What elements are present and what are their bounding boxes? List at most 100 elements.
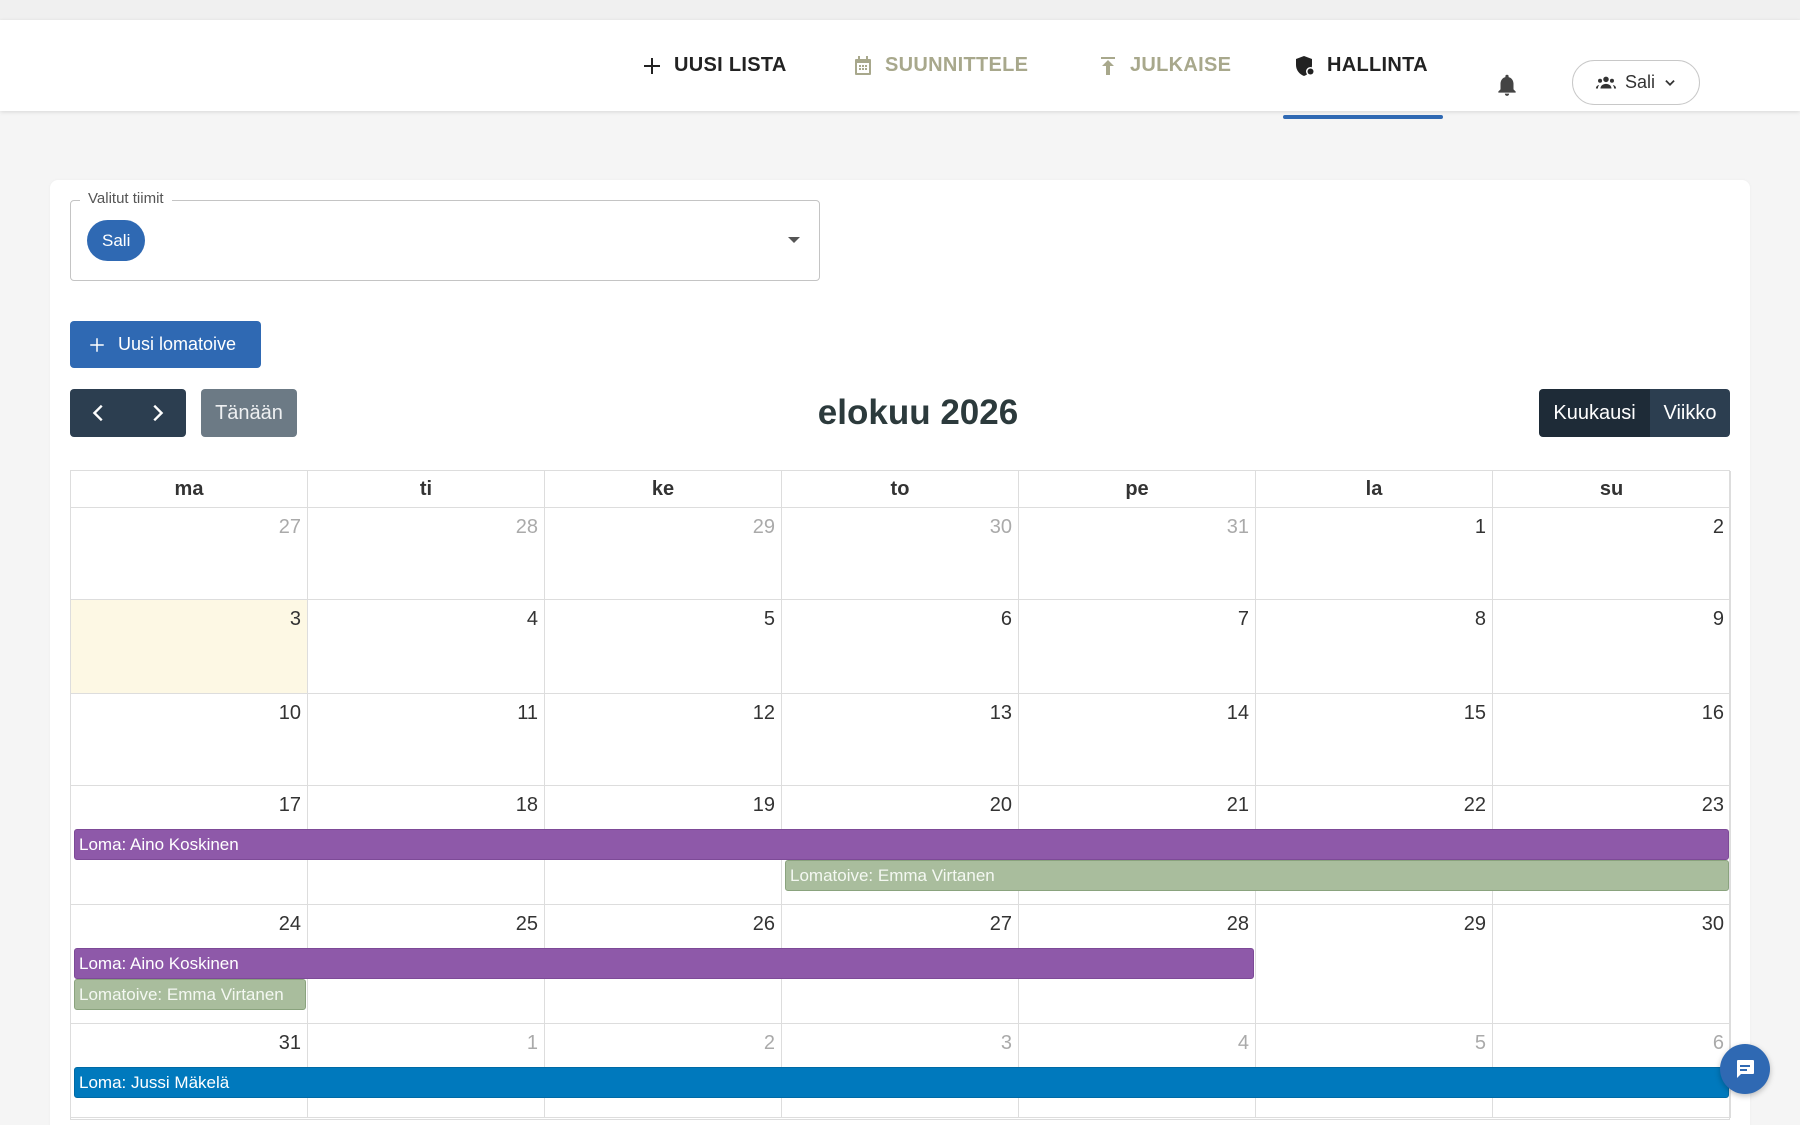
day-number[interactable]: 1 bbox=[1475, 516, 1486, 539]
day-number[interactable]: 19 bbox=[753, 794, 775, 817]
day-cell[interactable]: 31 bbox=[1019, 508, 1256, 600]
day-number[interactable]: 31 bbox=[279, 1032, 301, 1055]
nav-publish[interactable]: JULKAISE bbox=[1096, 20, 1231, 111]
day-cell[interactable]: 1 bbox=[1256, 508, 1493, 600]
new-leave-request-button[interactable]: Uusi lomatoive bbox=[70, 321, 261, 368]
week-view-button[interactable]: Viikko bbox=[1650, 389, 1730, 437]
day-number[interactable]: 30 bbox=[990, 516, 1012, 539]
today-button[interactable]: Tänään bbox=[201, 389, 297, 437]
day-cell[interactable]: 29 bbox=[1256, 905, 1493, 1024]
chevron-right-icon bbox=[153, 404, 164, 422]
team-chip[interactable]: Sali bbox=[87, 220, 146, 261]
day-number[interactable]: 12 bbox=[753, 702, 775, 725]
top-navbar: UUSI LISTA SUUNNITTELE JULKAISE HALLINTA… bbox=[0, 20, 1800, 119]
day-cell[interactable]: 5 bbox=[545, 600, 782, 694]
day-cell[interactable]: 28 bbox=[308, 508, 545, 600]
day-number[interactable]: 6 bbox=[1713, 1032, 1724, 1055]
day-number[interactable]: 28 bbox=[516, 516, 538, 539]
day-number[interactable]: 6 bbox=[1001, 608, 1012, 631]
day-number[interactable]: 7 bbox=[1238, 608, 1249, 631]
day-number[interactable]: 26 bbox=[753, 913, 775, 936]
next-month-button[interactable] bbox=[128, 389, 186, 437]
prev-month-button[interactable] bbox=[70, 389, 128, 437]
day-number[interactable]: 27 bbox=[279, 516, 301, 539]
chat-button[interactable] bbox=[1720, 1044, 1770, 1094]
day-number[interactable]: 5 bbox=[1475, 1032, 1486, 1055]
day-number[interactable]: 14 bbox=[1227, 702, 1249, 725]
nav-plan[interactable]: SUUNNITTELE bbox=[851, 20, 1028, 111]
day-number[interactable]: 1 bbox=[527, 1032, 538, 1055]
day-cell[interactable]: 10 bbox=[71, 694, 308, 786]
leave-event[interactable]: Loma: Jussi Mäkelä bbox=[74, 1067, 1729, 1098]
nav-admin-label: HALLINTA bbox=[1327, 54, 1428, 76]
day-number[interactable]: 4 bbox=[1238, 1032, 1249, 1055]
day-number[interactable]: 23 bbox=[1702, 794, 1724, 817]
view-switcher: Kuukausi Viikko bbox=[1539, 389, 1730, 437]
user-menu-button[interactable]: Sali bbox=[1572, 60, 1700, 105]
day-number[interactable]: 15 bbox=[1464, 702, 1486, 725]
day-cell[interactable]: 16 bbox=[1493, 694, 1731, 786]
team-select[interactable] bbox=[70, 200, 820, 281]
day-cell[interactable]: 30 bbox=[782, 508, 1019, 600]
day-number[interactable]: 3 bbox=[1001, 1032, 1012, 1055]
day-number[interactable]: 21 bbox=[1227, 794, 1249, 817]
day-cell[interactable]: 4 bbox=[308, 600, 545, 694]
chat-icon bbox=[1737, 1060, 1754, 1078]
weekday-header: su bbox=[1493, 471, 1731, 508]
leave-request-event[interactable]: Lomatoive: Emma Virtanen bbox=[74, 979, 306, 1010]
day-number[interactable]: 20 bbox=[990, 794, 1012, 817]
day-number[interactable]: 16 bbox=[1702, 702, 1724, 725]
nav-new-list[interactable]: UUSI LISTA bbox=[640, 20, 787, 111]
day-cell[interactable]: 15 bbox=[1256, 694, 1493, 786]
day-number[interactable]: 28 bbox=[1227, 913, 1249, 936]
bell-icon[interactable] bbox=[1494, 72, 1520, 98]
day-cell[interactable]: 29 bbox=[545, 508, 782, 600]
day-number[interactable]: 31 bbox=[1227, 516, 1249, 539]
day-cell[interactable]: 27 bbox=[71, 508, 308, 600]
weekday-header: to bbox=[782, 471, 1019, 508]
day-cell[interactable]: 11 bbox=[308, 694, 545, 786]
day-number[interactable]: 30 bbox=[1702, 913, 1724, 936]
plus-icon bbox=[90, 337, 104, 352]
calendar-title: elokuu 2026 bbox=[817, 393, 1019, 432]
day-number[interactable]: 10 bbox=[279, 702, 301, 725]
day-cell[interactable]: 6 bbox=[782, 600, 1019, 694]
leave-event[interactable]: Loma: Aino Koskinen bbox=[74, 829, 1729, 860]
day-number[interactable]: 29 bbox=[753, 516, 775, 539]
day-number[interactable]: 5 bbox=[764, 608, 775, 631]
nav-admin[interactable]: HALLINTA bbox=[1293, 20, 1428, 111]
day-number[interactable]: 2 bbox=[1713, 516, 1724, 539]
day-cell-today[interactable]: 3 bbox=[71, 600, 308, 694]
day-cell[interactable]: 14 bbox=[1019, 694, 1256, 786]
day-number[interactable]: 25 bbox=[516, 913, 538, 936]
day-number[interactable]: 8 bbox=[1475, 608, 1486, 631]
day-number[interactable]: 4 bbox=[527, 608, 538, 631]
new-leave-request-label: Uusi lomatoive bbox=[118, 334, 237, 354]
day-number[interactable]: 29 bbox=[1464, 913, 1486, 936]
day-number[interactable]: 27 bbox=[990, 913, 1012, 936]
day-number[interactable]: 18 bbox=[516, 794, 538, 817]
day-cell[interactable]: 12 bbox=[545, 694, 782, 786]
day-number[interactable]: 3 bbox=[290, 608, 301, 631]
day-number[interactable]: 9 bbox=[1713, 608, 1724, 631]
day-number[interactable]: 11 bbox=[517, 702, 538, 725]
weekday-header: ma bbox=[71, 471, 308, 508]
group-icon bbox=[1595, 76, 1617, 88]
month-view-button[interactable]: Kuukausi bbox=[1539, 389, 1650, 437]
month-calendar: ma ti ke to pe la su 27 28 29 30 31 1 2 3 4 5 6 7 8 9 10 11 12 1… bbox=[70, 470, 1731, 1120]
day-cell[interactable]: 8 bbox=[1256, 600, 1493, 694]
weekday-header: la bbox=[1256, 471, 1493, 508]
leave-request-event[interactable]: Lomatoive: Emma Virtanen bbox=[785, 860, 1729, 891]
day-number[interactable]: 22 bbox=[1464, 794, 1486, 817]
day-cell[interactable]: 2 bbox=[1493, 508, 1731, 600]
day-number[interactable]: 24 bbox=[279, 913, 301, 936]
day-cell[interactable]: 9 bbox=[1493, 600, 1731, 694]
dropdown-arrow-icon[interactable] bbox=[788, 237, 800, 243]
day-number[interactable]: 17 bbox=[279, 794, 301, 817]
day-cell[interactable]: 7 bbox=[1019, 600, 1256, 694]
leave-event[interactable]: Loma: Aino Koskinen bbox=[74, 948, 1254, 979]
day-cell[interactable]: 30 bbox=[1493, 905, 1731, 1024]
day-number[interactable]: 2 bbox=[764, 1032, 775, 1055]
day-cell[interactable]: 13 bbox=[782, 694, 1019, 786]
day-number[interactable]: 13 bbox=[990, 702, 1012, 725]
